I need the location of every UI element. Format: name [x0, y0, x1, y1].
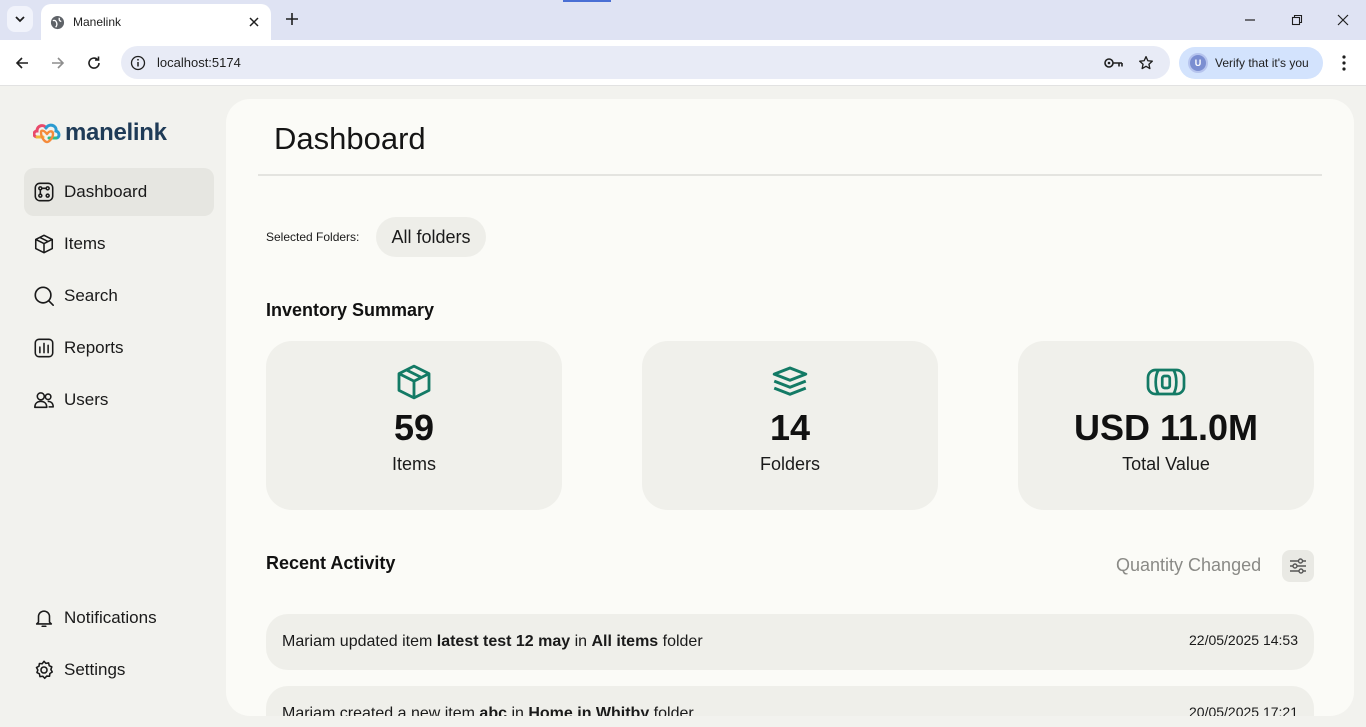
card-label: Items [391, 454, 436, 474]
activity-folder-name: All items [591, 633, 659, 650]
reload-icon [88, 56, 100, 69]
activity-timestamp: 22/05/2025 14:53 [1189, 632, 1298, 648]
activity-action: updated item [335, 633, 437, 650]
key-icon[interactable] [1104, 54, 1124, 72]
activity-timestamp: 20/05/2025 17:21 [1189, 704, 1298, 716]
sidebar-item-settings[interactable]: Settings [24, 646, 214, 694]
sidebar-item-label: Settings [64, 660, 126, 679]
tab-search-button[interactable] [7, 6, 33, 32]
money-icon [1018, 362, 1314, 402]
browser-tab-bar: Manelink [0, 0, 1366, 40]
chevron-down-icon [15, 16, 25, 23]
minimize-icon [1245, 19, 1255, 21]
sidebar-item-label: Items [64, 234, 106, 253]
summary-card-total-value[interactable]: USD 11.0M Total Value [1018, 341, 1314, 510]
window-close-button[interactable] [1331, 8, 1355, 32]
title-divider [258, 174, 1322, 176]
info-icon[interactable] [129, 54, 147, 72]
more-vertical-icon [1342, 55, 1346, 71]
minimize-button[interactable] [1238, 8, 1262, 32]
browser-toolbar: localhost:5174 U Verify that it's you [0, 40, 1366, 86]
page-title: Dashboard [274, 121, 426, 156]
activity-item-name: latest test 12 may [436, 633, 571, 650]
card-label: Folders [759, 454, 821, 474]
activity-text: Mariam updated item latest test 12 may i… [282, 633, 703, 651]
sidebar-item-label: Notifications [64, 608, 157, 627]
activity-filter-button[interactable] [1282, 550, 1314, 582]
browser-menu-button[interactable] [1333, 51, 1355, 75]
activity-preposition: in [570, 633, 592, 650]
summary-card-folders[interactable]: 14 Folders [642, 341, 938, 510]
sliders-icon [1290, 558, 1306, 574]
app-logo[interactable]: manelink [33, 119, 167, 147]
plus-icon [286, 13, 298, 25]
activity-preposition: in [507, 705, 529, 716]
restore-icon [1291, 14, 1303, 26]
sidebar-item-label: Reports [64, 338, 124, 357]
sidebar-item-search[interactable]: Search [24, 272, 214, 320]
sidebar-item-label: Users [64, 390, 109, 409]
selected-folders-label: Selected Folders: [266, 230, 360, 244]
box-icon [266, 362, 562, 402]
activity-item-name: abc [479, 705, 507, 716]
restore-button[interactable] [1285, 8, 1309, 32]
box-icon [32, 232, 56, 256]
sidebar-item-label: Dashboard [64, 182, 148, 201]
inventory-summary-title: Inventory Summary [266, 300, 435, 320]
activity-row[interactable]: Mariam updated item latest test 12 may i… [266, 614, 1314, 670]
layers-icon [642, 362, 938, 402]
sidebar-item-items[interactable]: Items [24, 220, 214, 268]
reports-icon [32, 336, 56, 360]
activity-user: Mariam [282, 705, 336, 716]
activity-text: Mariam created a new item abc in Home in… [282, 705, 694, 716]
recent-activity-title: Recent Activity [266, 553, 396, 573]
url-text[interactable]: localhost:5174 [157, 55, 241, 70]
star-icon[interactable] [1136, 53, 1156, 73]
activity-suffix: folder [649, 705, 694, 716]
gear-icon [32, 658, 56, 682]
folder-selector-chip[interactable]: All folders [376, 217, 486, 257]
activity-filter-label[interactable]: Quantity Changed [1116, 555, 1261, 576]
sidebar-item-label: Search [64, 286, 118, 305]
activity-folder-name: Home in Whitby [528, 705, 650, 716]
new-tab-button[interactable] [281, 8, 303, 30]
forward-button[interactable] [46, 51, 70, 75]
sidebar-item-reports[interactable]: Reports [24, 324, 214, 372]
globe-icon [49, 14, 65, 30]
close-icon[interactable] [245, 13, 263, 31]
dashboard-icon [32, 180, 56, 204]
main-content: Dashboard Selected Folders: All folders … [226, 99, 1354, 716]
activity-suffix: folder [658, 633, 703, 650]
card-value: USD 11.0M [1073, 407, 1259, 448]
sidebar-item-dashboard[interactable]: Dashboard [24, 168, 214, 216]
avatar: U [1188, 53, 1208, 73]
manelink-logo-icon [33, 123, 61, 144]
sidebar: manelink Dashboard Items Search Reports … [0, 87, 226, 727]
back-button[interactable] [10, 51, 34, 75]
reload-button[interactable] [82, 51, 106, 75]
activity-user: Mariam [282, 633, 336, 650]
sidebar-item-notifications[interactable]: Notifications [24, 594, 214, 642]
card-label: Total Value [1122, 454, 1210, 474]
users-icon [32, 388, 56, 412]
bell-icon [32, 606, 56, 630]
browser-tab[interactable]: Manelink [41, 4, 271, 40]
close-icon [1337, 14, 1349, 26]
card-value: 59 [393, 407, 435, 448]
arrow-right-icon [52, 57, 65, 69]
arrow-left-icon [15, 57, 28, 69]
tab-title: Manelink [73, 15, 122, 29]
card-value: 14 [769, 407, 811, 448]
verify-label: Verify that it's you [1215, 56, 1309, 70]
tab-strip-accent [563, 0, 611, 2]
activity-action: created a new item [335, 705, 480, 716]
logo-text: manelink [65, 119, 167, 146]
summary-card-items[interactable]: 59 Items [266, 341, 562, 510]
address-bar[interactable]: localhost:5174 [121, 46, 1170, 79]
sidebar-item-users[interactable]: Users [24, 376, 214, 424]
verify-identity-chip[interactable]: U Verify that it's you [1179, 47, 1323, 79]
activity-row[interactable]: Mariam created a new item abc in Home in… [266, 686, 1314, 716]
search-icon [32, 284, 56, 308]
